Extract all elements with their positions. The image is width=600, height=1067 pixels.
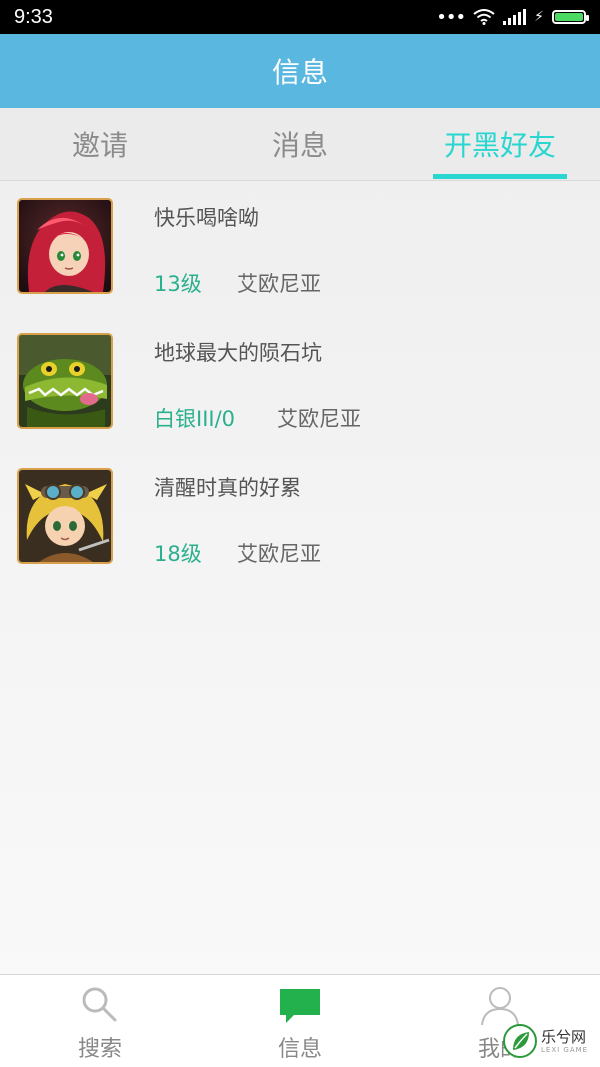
tab-invite[interactable]: 邀请 <box>0 108 200 180</box>
nav-messages[interactable]: 信息 <box>200 975 400 1067</box>
wifi-icon <box>473 9 495 25</box>
battery-level <box>555 13 583 21</box>
charging-icon: ⚡ <box>534 9 544 25</box>
friend-name: 清醒时真的好累 <box>154 476 301 500</box>
signal-icon <box>503 9 527 25</box>
friend-name: 快乐喝啥呦 <box>154 206 259 230</box>
friend-list: 快乐喝啥呦 13级 艾欧尼亚 地球最大的陨石坑 白银III/0 艾欧尼亚 清醒时… <box>0 182 600 587</box>
list-item[interactable]: 快乐喝啥呦 13级 艾欧尼亚 <box>0 182 600 317</box>
battery-icon <box>552 10 589 24</box>
green-crocodile-avatar <box>17 333 113 429</box>
leaf-logo-icon <box>503 1024 537 1058</box>
page-title: 信息 <box>271 56 328 89</box>
app-header: 信息 <box>0 34 600 108</box>
watermark-text: 乐兮网 <box>541 1028 587 1046</box>
nav-label: 信息 <box>277 1037 322 1062</box>
red-haired-girl-avatar <box>17 198 113 294</box>
watermark-logo: 乐兮网 LEXI GAME <box>503 1022 598 1062</box>
friend-level: 白银III/0 <box>154 407 236 431</box>
list-item[interactable]: 地球最大的陨石坑 白银III/0 艾欧尼亚 <box>0 317 600 452</box>
friend-server: 艾欧尼亚 <box>237 272 321 296</box>
active-tab-indicator <box>433 174 567 179</box>
friend-server: 艾欧尼亚 <box>277 407 361 431</box>
friend-server: 艾欧尼亚 <box>237 542 321 566</box>
friend-level: 13级 <box>154 272 202 296</box>
friend-name: 地球最大的陨石坑 <box>154 341 322 365</box>
tab-messages[interactable]: 消息 <box>200 108 400 180</box>
search-icon <box>82 987 117 1022</box>
watermark-subtext: LEXI GAME <box>541 1046 589 1054</box>
tab-gaming-friends[interactable]: 开黑好友 <box>400 108 600 180</box>
blonde-boy-goggles-avatar <box>17 468 113 564</box>
status-bar: 9:33 ••• ⚡ <box>0 0 600 34</box>
dots-icon: ••• <box>436 6 466 28</box>
tab-bar: 邀请 消息 开黑好友 <box>0 108 600 181</box>
status-time: 9:33 <box>14 5 53 28</box>
chat-bubble-icon <box>280 989 320 1023</box>
nav-label: 搜索 <box>77 1037 122 1062</box>
status-icons: ••• ⚡ <box>436 6 589 28</box>
nav-search[interactable]: 搜索 <box>0 975 200 1067</box>
list-item[interactable]: 清醒时真的好累 18级 艾欧尼亚 <box>0 452 600 587</box>
person-icon <box>481 987 519 1025</box>
friend-level: 18级 <box>154 542 202 566</box>
